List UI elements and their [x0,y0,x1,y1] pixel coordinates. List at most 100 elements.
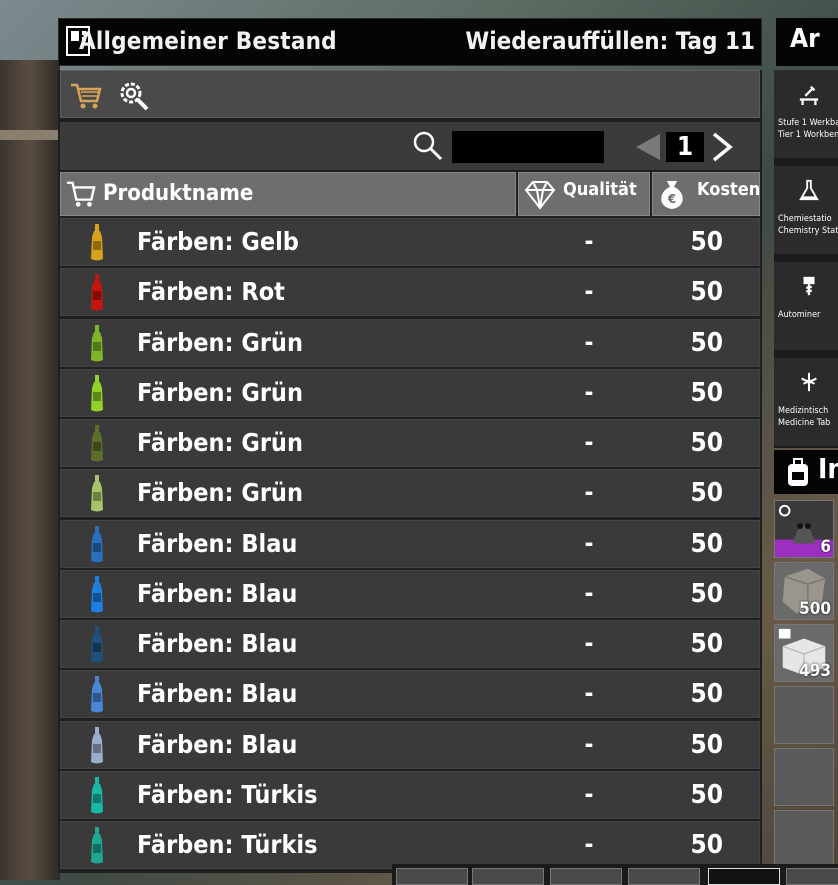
medicine-icon [801,372,817,392]
table-row[interactable]: Färben: Blau - 50 [60,670,760,719]
station-sublabel: Chemistry Stati [778,226,838,236]
product-list: Färben: Gelb -50 Färben: Rot -50 Färben: Grü… [60,218,760,871]
product-cost: 50 [690,528,723,559]
station-item[interactable]: Autominer [774,262,838,350]
bottom-button-3[interactable] [550,868,622,885]
product-name: Färben: Blau [137,729,298,759]
table-row[interactable]: Färben: Grün - 50 [60,419,760,468]
dye-bottle-icon [91,726,103,764]
product-quality: - [584,377,594,406]
table-row[interactable]: Färben: Rot - 50 [60,268,760,317]
product-name: Färben: Grün [137,478,303,508]
drill-icon [803,276,815,296]
dye-bottle-icon [91,776,103,814]
product-name: Färben: Rot [137,277,285,307]
search-icon [413,131,443,161]
bottom-toolbar [392,864,838,885]
column-quality-header[interactable]: Qualität [518,172,650,216]
product-quality: - [584,478,594,507]
product-cost: 50 [690,428,723,459]
product-quality: - [584,629,594,658]
column-name-label: Produktname [103,181,254,206]
flask-icon [799,179,819,201]
station-sublabel: Medicine Tab [778,418,831,428]
product-cost: 50 [690,830,723,861]
page-number: 1 [666,132,704,162]
station-label: Autominer [778,310,821,320]
product-cost: 50 [690,478,723,509]
product-quality: - [584,830,594,859]
slot-count: 493 [799,661,831,681]
product-cost: 50 [690,227,723,257]
backpack-icon [788,458,808,486]
inventory-slot[interactable]: 493 [774,624,834,682]
product-cost: 50 [690,377,723,408]
trader-window: Allgemeiner Bestand Wiederauffüllen: Tag… [58,18,762,873]
search-input[interactable] [452,131,604,163]
side-panel-title: Ar [776,18,838,66]
product-quality: - [584,428,594,457]
inventory-slot[interactable] [774,686,834,744]
product-quality: - [584,679,594,708]
product-cost: 50 [690,729,723,760]
station-item[interactable]: Medizintisch Medicine Tab [774,358,838,446]
table-row[interactable]: Färben: Blau - 50 [60,720,760,769]
dye-bottle-icon [91,274,103,311]
product-name: Färben: Türkis [137,779,318,809]
product-name: Färben: Türkis [137,830,318,860]
table-row[interactable]: Färben: Blau - 50 [60,620,760,669]
workbench-icon [799,85,819,105]
dye-bottle-icon [91,676,103,713]
table-row[interactable]: Färben: Grün - 50 [60,318,760,367]
station-item[interactable]: Chemiestatio Chemistry Stati [774,166,838,254]
product-cost: 50 [690,629,723,660]
inventory-slot[interactable] [774,748,834,806]
inventory-slot[interactable]: 6 [774,500,834,558]
product-quality: - [584,528,594,557]
shopping-cart-icon[interactable] [69,79,103,111]
previous-page-icon[interactable] [634,132,662,162]
product-name: Färben: Blau [137,679,298,709]
bottom-button-2[interactable] [472,868,544,885]
inventory-slot[interactable] [774,810,834,868]
table-row[interactable]: Färben: Blau - 50 [60,569,760,618]
restock-label: Wiederauffüllen: Tag 11 [465,27,755,55]
inventory-slot[interactable]: 500 [774,562,834,620]
dye-bottle-icon [91,827,103,864]
dye-bottle-icon [91,626,103,663]
table-row[interactable]: Färben: Türkis - 50 [60,770,760,819]
station-sublabel: Tier 1 Workben [778,130,838,140]
dye-bottle-icon [91,324,103,362]
station-label: Stufe 1 Werkba [778,118,838,128]
station-label: Medizintisch [778,406,829,416]
product-name: Färben: Gelb [137,227,299,256]
column-name-header[interactable]: Produktname [60,172,516,216]
product-name: Färben: Blau [137,578,298,608]
station-item[interactable]: Stufe 1 Werkba Tier 1 Workben [774,70,838,158]
settings-search-icon[interactable] [117,79,151,111]
bottom-button-1[interactable] [396,868,468,885]
window-body: 1 Produktname Qualität € Kosten Färben: … [58,70,762,873]
product-cost: 50 [690,679,723,710]
station-list: Stufe 1 Werkba Tier 1 Workben Chemiestatio… [774,70,838,448]
table-row[interactable]: Färben: Grün - 50 [60,469,760,518]
bottom-button-5[interactable] [708,868,780,885]
station-label: Chemiestatio [778,214,832,224]
product-cost: 50 [690,779,723,810]
background-post [0,60,60,880]
bottom-button-6[interactable] [786,868,838,885]
next-page-icon[interactable] [710,132,734,162]
table-row[interactable]: Färben: Grün - 50 [60,368,760,417]
table-row[interactable]: Färben: Türkis - 50 [60,821,760,870]
search-row: 1 [60,122,760,170]
table-row[interactable]: Färben: Blau - 50 [60,519,760,568]
bottom-button-4[interactable] [628,868,700,885]
column-cost-header[interactable]: € Kosten [652,172,760,216]
inventory-title: In [818,452,838,485]
dye-bottle-icon [91,575,103,613]
side-panel: Ar Stufe 1 Werkba Tier 1 Workben Chemiesta… [766,18,838,885]
table-row[interactable]: Färben: Gelb - 50 [60,218,760,266]
toolbar [60,70,760,118]
product-name: Färben: Grün [137,327,303,357]
inventory-header: In [774,450,838,494]
